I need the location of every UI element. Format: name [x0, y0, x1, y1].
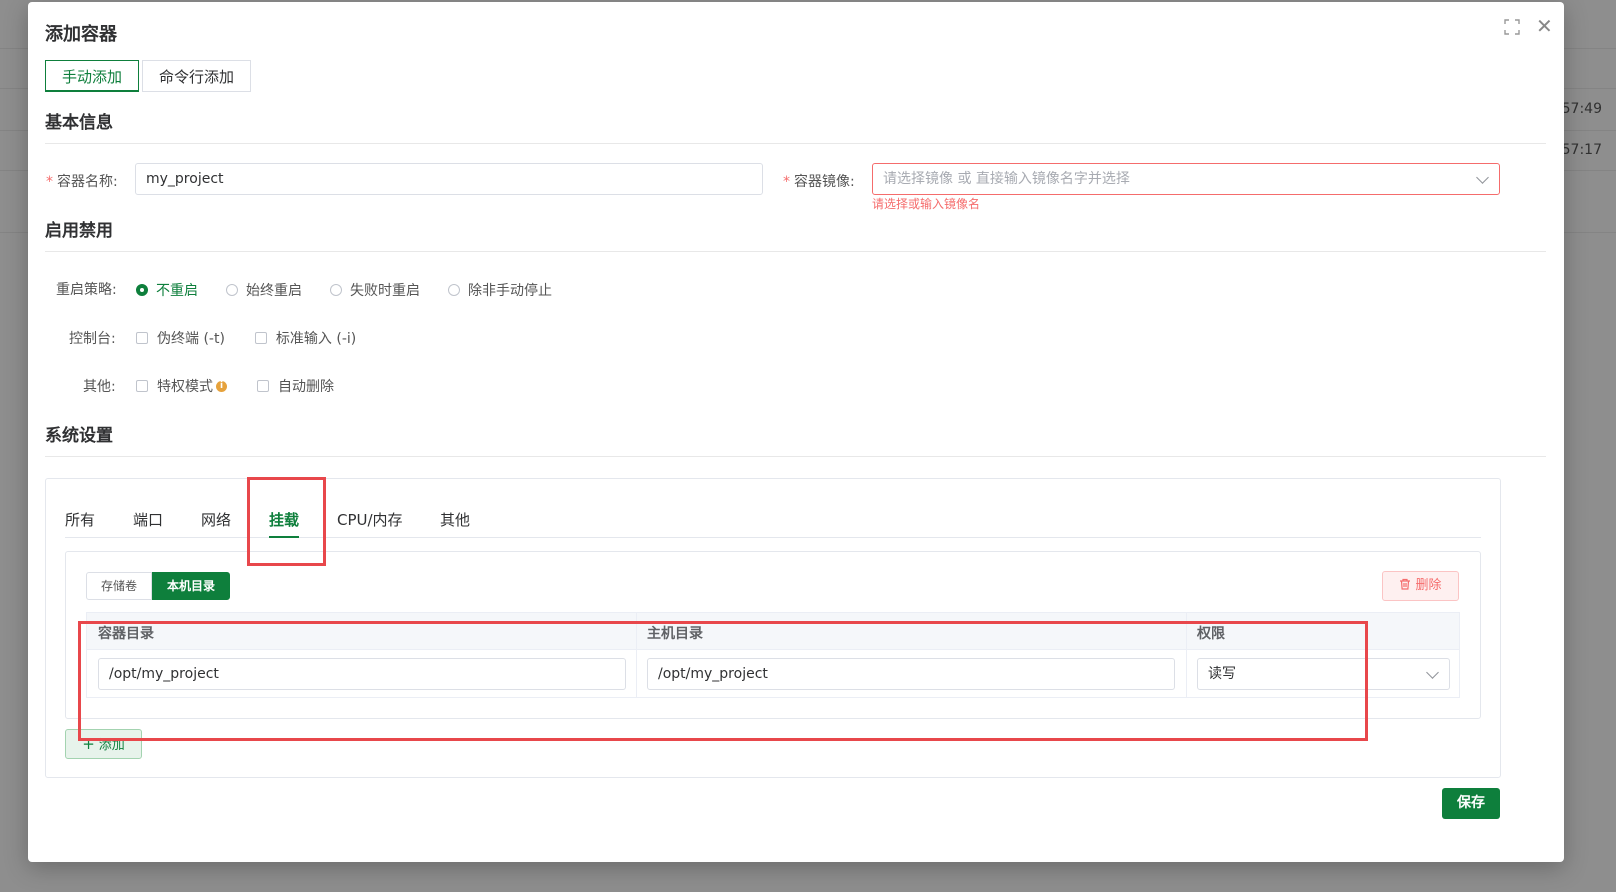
divider [45, 456, 1546, 457]
col-divider [636, 613, 637, 649]
restart-policy-label: 重启策略: [56, 282, 117, 298]
segment-host-dir[interactable]: 本机目录 [152, 572, 231, 600]
image-error-text: 请选择或输入镜像名 [872, 197, 981, 211]
segment-volume[interactable]: 存储卷 [86, 572, 153, 600]
radio-dot [448, 284, 460, 296]
radio-always-restart[interactable]: 始终重启 [226, 280, 302, 300]
checkbox-box [136, 380, 148, 392]
permission-select[interactable]: 读写 [1197, 658, 1450, 690]
checkbox-auto-remove[interactable]: 自动删除 [257, 376, 334, 396]
delete-label: 删除 [1415, 578, 1442, 593]
add-mount-button[interactable]: + 添加 [65, 729, 142, 759]
checkbox-label: 自动删除 [278, 379, 334, 395]
console-label: 控制台: [69, 331, 116, 347]
tab-network[interactable]: 网络 [201, 509, 231, 530]
save-button[interactable]: 保存 [1442, 788, 1500, 819]
checkbox-label: 特权模式 [157, 379, 213, 395]
tab-command-add[interactable]: 命令行添加 [142, 60, 252, 92]
checkbox-box [257, 380, 269, 392]
container-dir-input[interactable]: /opt/my_project [98, 658, 626, 690]
mount-panel: 存储卷 本机目录 删除 容器目录 主机目录 权限 /opt/my_project… [65, 551, 1481, 719]
radio-label: 除非手动停止 [468, 283, 552, 299]
trash-icon [1400, 578, 1411, 590]
chevron-down-icon [1476, 171, 1489, 184]
restart-policy-group: 不重启 始终重启 失败时重启 除非手动停止 [136, 280, 580, 300]
col-permission: 权限 [1197, 626, 1225, 642]
checkbox-label: 标准输入 (-i) [275, 331, 357, 347]
container-image-label-text: 容器镜像: [794, 174, 855, 190]
tab-other[interactable]: 其他 [440, 509, 470, 530]
checkbox-box [254, 332, 267, 344]
system-settings-card: 所有 端口 网络 挂载 CPU/内存 其他 存储卷 本机目录 删除 容器目录 主… [45, 478, 1501, 778]
image-placeholder: 请选择镜像 或 直接输入镜像名字并选择 [883, 171, 1130, 187]
checkbox-privileged[interactable]: 特权模式 i [136, 376, 227, 396]
checkbox-tty[interactable]: 伪终端 (-t) [136, 328, 225, 348]
radio-label: 不重启 [156, 283, 198, 299]
container-name-label-text: 容器名称: [57, 174, 118, 190]
col-divider [636, 650, 637, 697]
col-container-dir: 容器目录 [98, 626, 154, 642]
host-dir-input[interactable]: /opt/my_project [647, 658, 1175, 690]
radio-dot [330, 284, 342, 296]
delete-button[interactable]: 删除 [1382, 571, 1459, 601]
table-header: 容器目录 主机目录 权限 [86, 612, 1460, 650]
radio-unless-stopped[interactable]: 除非手动停止 [448, 280, 552, 300]
console-options: 伪终端 (-t) 标准输入 (-i) [136, 328, 386, 348]
col-host-dir: 主机目录 [647, 626, 703, 642]
add-mode-tabs: 手动添加 命令行添加 [45, 60, 252, 92]
tab-cpu-memory[interactable]: CPU/内存 [337, 509, 403, 530]
divider [45, 143, 1546, 144]
radio-label: 始终重启 [246, 283, 302, 299]
permission-value: 读写 [1208, 666, 1236, 682]
col-divider [1186, 650, 1187, 697]
add-label: 添加 [98, 738, 125, 753]
checkbox-stdin[interactable]: 标准输入 (-i) [254, 328, 357, 348]
section-basic-title: 基本信息 [45, 113, 113, 133]
radio-dot [136, 284, 148, 296]
add-container-dialog: 添加容器 ✕ 手动添加 命令行添加 基本信息 * 容器名称: my_project… [28, 2, 1564, 862]
system-tabs: 所有 端口 网络 挂载 CPU/内存 其他 [65, 507, 1481, 538]
plus-icon: + [82, 735, 95, 753]
other-label: 其他: [83, 379, 116, 395]
table-row: /opt/my_project /opt/my_project 读写 [86, 650, 1460, 698]
radio-label: 失败时重启 [350, 283, 420, 299]
container-image-select[interactable]: 请选择镜像 或 直接输入镜像名字并选择 [872, 163, 1500, 195]
section-startup-title: 启用禁用 [45, 221, 113, 241]
close-icon[interactable]: ✕ [1536, 16, 1553, 36]
tab-ports[interactable]: 端口 [133, 509, 163, 530]
checkbox-box [136, 332, 148, 344]
mount-table: 容器目录 主机目录 权限 /opt/my_project /opt/my_pro… [86, 612, 1460, 698]
chevron-down-icon [1426, 666, 1439, 679]
radio-dot [226, 284, 238, 296]
tab-all[interactable]: 所有 [65, 509, 95, 530]
section-system-title: 系统设置 [45, 426, 113, 446]
divider [45, 251, 1546, 252]
radio-on-failure[interactable]: 失败时重启 [330, 280, 420, 300]
fullscreen-icon[interactable] [1504, 19, 1520, 35]
info-icon[interactable]: i [216, 380, 227, 392]
radio-no-restart[interactable]: 不重启 [136, 280, 198, 300]
mount-type-toggle: 存储卷 本机目录 [86, 572, 231, 600]
col-divider [1186, 613, 1187, 649]
container-name-input[interactable]: my_project [135, 163, 763, 195]
tab-manual-add[interactable]: 手动添加 [45, 60, 140, 92]
container-image-label: * 容器镜像: [783, 174, 855, 190]
other-options: 特权模式 i 自动删除 [136, 376, 364, 396]
checkbox-label: 伪终端 (-t) [157, 331, 225, 347]
dialog-title: 添加容器 [45, 24, 117, 45]
tab-mount[interactable]: 挂载 [269, 509, 300, 538]
container-name-label: * 容器名称: [46, 174, 118, 190]
